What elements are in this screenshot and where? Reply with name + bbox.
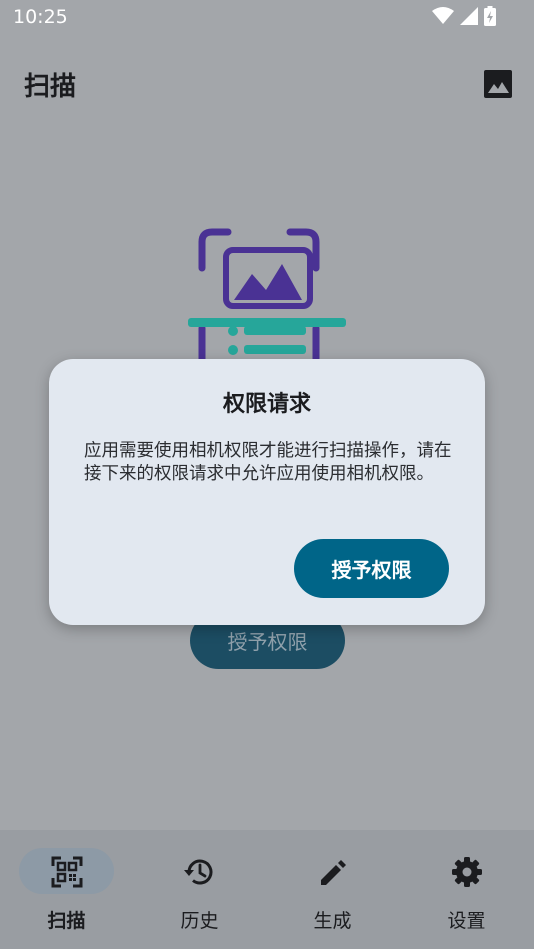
permission-dialog: 权限请求 应用需要使用相机权限才能进行扫描操作，请在接下来的权限请求中允许应用使… [49, 359, 485, 625]
dialog-message: 应用需要使用相机权限才能进行扫描操作，请在接下来的权限请求中允许应用使用相机权限… [84, 441, 452, 484]
status-time: 10:25 [13, 6, 68, 28]
gallery-button[interactable] [481, 67, 515, 101]
pencil-icon [320, 860, 346, 885]
status-icons [432, 6, 496, 26]
nav-label-history: 历史 [180, 910, 219, 932]
battery-icon [484, 6, 496, 26]
nav-label-settings: 设置 [447, 910, 486, 932]
nav-item-scan[interactable]: 扫描 [0, 830, 133, 949]
qr-code-icon [51, 856, 82, 888]
wifi-icon [432, 7, 454, 24]
grant-permission-button[interactable]: 授予权限 [294, 539, 449, 598]
nav-item-generate[interactable]: 生成 [266, 830, 399, 949]
page-title: 扫描 [24, 72, 77, 102]
nav-item-settings[interactable]: 设置 [400, 830, 533, 949]
nav-label-generate: 生成 [313, 910, 352, 932]
nav-item-history[interactable]: 历史 [133, 830, 266, 949]
gear-icon [451, 857, 482, 887]
status-bar: 10:25 [0, 0, 534, 38]
nav-label-scan: 扫描 [47, 910, 86, 932]
history-icon [183, 859, 212, 885]
bottom-nav: 扫描 历史 生成 设置 [0, 830, 534, 949]
scanner-illustration-icon [188, 228, 346, 372]
signal-icon [460, 7, 478, 25]
dialog-title: 权限请求 [222, 392, 311, 417]
image-icon [484, 70, 512, 98]
scan-illustration [186, 228, 348, 372]
